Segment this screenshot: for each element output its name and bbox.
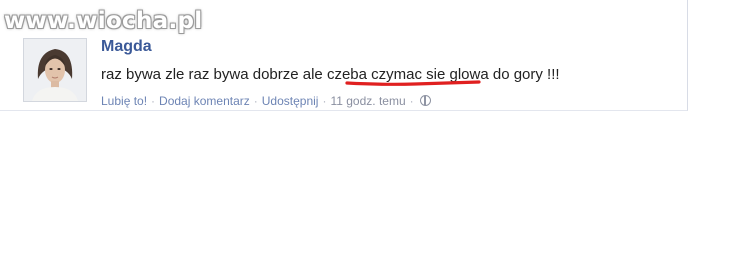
separator: · bbox=[322, 94, 327, 108]
like-link[interactable]: Lubię to! bbox=[101, 94, 147, 108]
avatar-photo bbox=[24, 39, 86, 101]
share-link[interactable]: Udostępnij bbox=[262, 94, 319, 108]
post-message: raz bywa zle raz bywa dobrze ale czeba c… bbox=[101, 66, 560, 83]
separator: · bbox=[409, 94, 414, 108]
post-author-name[interactable]: Magda bbox=[101, 38, 152, 56]
red-underline-annotation bbox=[345, 80, 481, 86]
post-timestamp[interactable]: 11 godz. temu bbox=[330, 94, 405, 108]
add-comment-link[interactable]: Dodaj komentarz bbox=[159, 94, 250, 108]
separator: · bbox=[151, 94, 156, 108]
globe-icon bbox=[419, 95, 431, 106]
separator: · bbox=[253, 94, 258, 108]
post-actions-bar: Lubię to! · Dodaj komentarz · Udostępnij · 11 … bbox=[101, 94, 431, 108]
message-text-start: raz bywa zle raz bywa dobrze ale bbox=[101, 66, 323, 83]
avatar[interactable] bbox=[23, 38, 87, 102]
site-watermark: www.wiocha.pl bbox=[4, 8, 203, 34]
